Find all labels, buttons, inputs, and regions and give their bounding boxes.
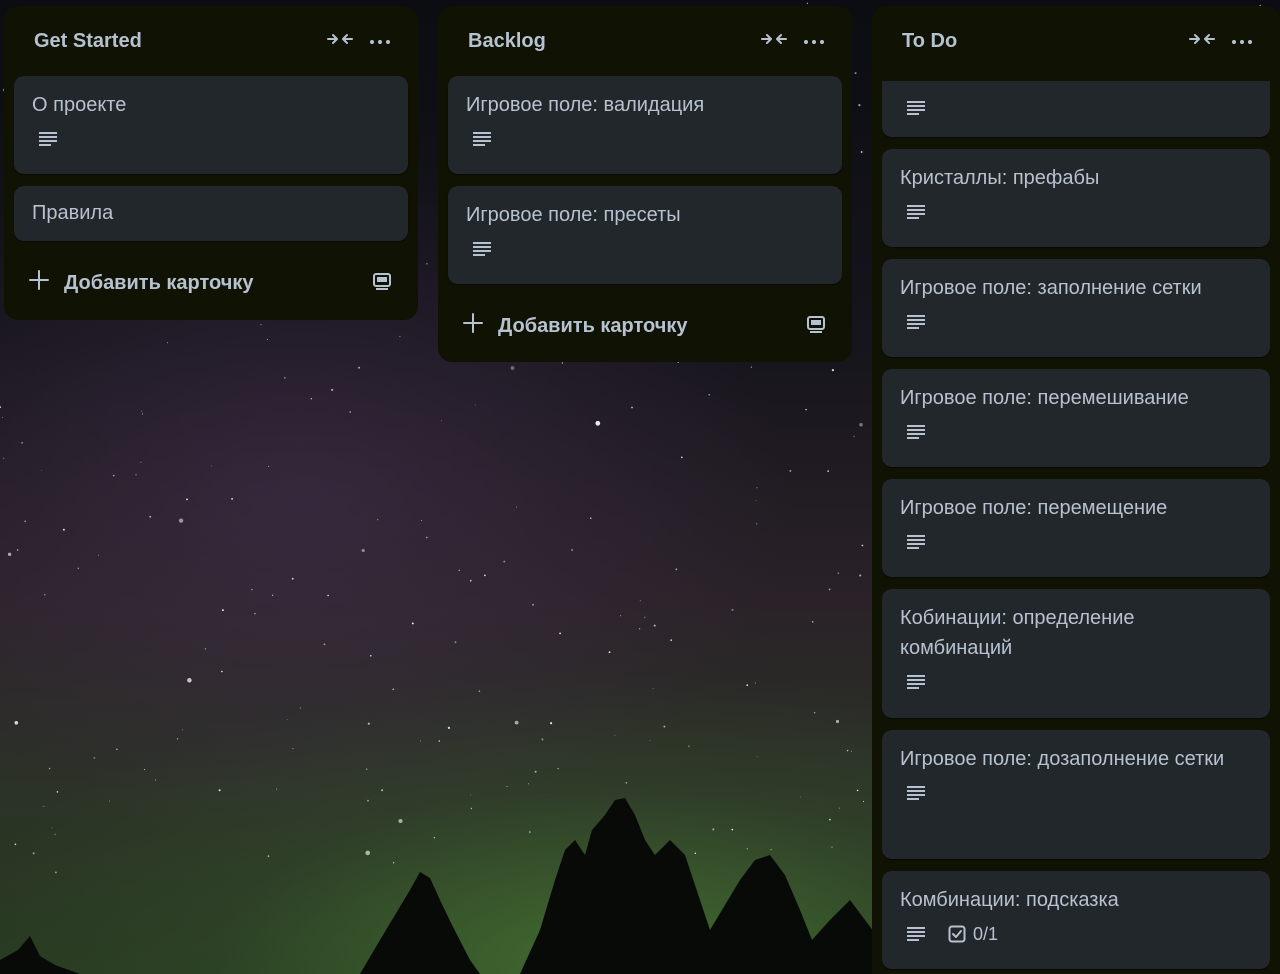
- list-to-do: To Do Кристаллы: префабы Игровое поле: з…: [872, 6, 1280, 974]
- card-badges: 0/1: [900, 919, 1252, 949]
- list-backlog: Backlog Игровое поле: валидация Игровое …: [438, 6, 852, 362]
- add-card-row: Добавить карточку: [14, 253, 408, 313]
- background-tree-silhouettes: [0, 798, 880, 974]
- card[interactable]: Правила: [14, 186, 408, 241]
- description-lines-icon: [906, 534, 926, 550]
- card-title: Игровое поле: пресеты: [466, 204, 681, 226]
- card-title: Правила: [32, 202, 114, 224]
- list-actions-button[interactable]: [794, 23, 834, 59]
- checklist-count: 0/1: [973, 923, 999, 944]
- card-badges: [466, 234, 824, 264]
- card-badges: [900, 93, 1252, 123]
- list-header: Get Started: [14, 6, 408, 76]
- checklist-badge: 0/1: [948, 924, 998, 945]
- description-lines-icon: [906, 926, 926, 942]
- card-title: Игровое поле: перемещение: [900, 497, 1168, 519]
- add-card-label: Добавить карточку: [64, 271, 254, 294]
- card-template-icon: [372, 271, 392, 296]
- card-title: Игровое поле: дозаполнение сетки: [900, 748, 1225, 770]
- description-lines-icon: [472, 241, 492, 257]
- list-title[interactable]: Get Started: [34, 30, 320, 53]
- card-badges: [466, 124, 824, 154]
- description-lines-icon: [906, 424, 926, 440]
- description-lines-icon: [906, 674, 926, 690]
- card[interactable]: Кристаллы: префабы: [882, 149, 1270, 247]
- add-card-button[interactable]: Добавить карточку: [462, 312, 798, 340]
- list-cards-scroll[interactable]: Кристаллы: префабы Игровое поле: заполне…: [882, 81, 1270, 974]
- create-from-template-button[interactable]: [798, 308, 834, 344]
- card[interactable]: Комбинации: подсказка 0/1: [882, 871, 1270, 969]
- description-lines-icon: [472, 131, 492, 147]
- card[interactable]: О проекте: [14, 76, 408, 174]
- plus-icon: [462, 312, 498, 340]
- card[interactable]: [882, 81, 1270, 137]
- card-badges: [900, 527, 1252, 557]
- description-lines-icon: [906, 204, 926, 220]
- collapse-list-button[interactable]: [754, 23, 794, 59]
- card[interactable]: Кобинации: определение комбинаций: [882, 589, 1270, 718]
- more-dots-icon: [1231, 32, 1253, 50]
- create-from-template-button[interactable]: [364, 265, 400, 301]
- list-get-started: Get Started О проекте Правила Добавить к…: [4, 6, 418, 320]
- card[interactable]: Игровое поле: перемешивание: [882, 369, 1270, 467]
- card-title: Комбинации: подсказка: [900, 889, 1119, 911]
- collapse-list-button[interactable]: [320, 23, 360, 59]
- card-template-icon: [806, 314, 826, 339]
- card[interactable]: Игровое поле: заполнение сетки: [882, 259, 1270, 357]
- card-title: Кристаллы: префабы: [900, 167, 1100, 189]
- card[interactable]: Игровое поле: дозаполнение сетки: [882, 730, 1270, 859]
- card-badges: [32, 124, 390, 154]
- collapse-list-button[interactable]: [1182, 23, 1222, 59]
- checkbox-icon: [948, 925, 973, 943]
- collapse-arrows-icon: [761, 31, 787, 52]
- list-actions-button[interactable]: [1222, 23, 1262, 59]
- card-title: Кобинации: определение комбинаций: [900, 607, 1135, 659]
- description-lines-icon: [38, 131, 58, 147]
- description-lines-icon: [906, 314, 926, 330]
- card-title: Игровое поле: перемешивание: [900, 387, 1189, 409]
- more-dots-icon: [803, 32, 825, 50]
- card-title: Игровое поле: валидация: [466, 94, 705, 116]
- card-title: О проекте: [32, 94, 127, 116]
- card[interactable]: Игровое поле: пресеты: [448, 186, 842, 284]
- card-badges: [900, 417, 1252, 447]
- add-card-label: Добавить карточку: [498, 314, 688, 337]
- more-dots-icon: [369, 32, 391, 50]
- collapse-arrows-icon: [327, 31, 353, 52]
- card-badges: [900, 778, 1252, 808]
- add-card-button[interactable]: Добавить карточку: [28, 269, 364, 297]
- card-badges: [900, 197, 1252, 227]
- card-title: Игровое поле: заполнение сетки: [900, 277, 1202, 299]
- description-lines-icon: [906, 785, 926, 801]
- list-title[interactable]: To Do: [902, 30, 1182, 53]
- add-card-row: Добавить карточку: [448, 296, 842, 356]
- list-header: To Do: [882, 6, 1270, 76]
- plus-icon: [28, 269, 64, 297]
- list-cards: Кристаллы: префабы Игровое поле: заполне…: [882, 81, 1270, 969]
- list-actions-button[interactable]: [360, 23, 400, 59]
- card-badges: [900, 667, 1252, 697]
- list-title[interactable]: Backlog: [468, 30, 754, 53]
- description-lines-icon: [906, 100, 926, 116]
- collapse-arrows-icon: [1189, 31, 1215, 52]
- card-badges: [900, 307, 1252, 337]
- card[interactable]: Игровое поле: перемещение: [882, 479, 1270, 577]
- list-header: Backlog: [448, 6, 842, 76]
- card[interactable]: Игровое поле: валидация: [448, 76, 842, 174]
